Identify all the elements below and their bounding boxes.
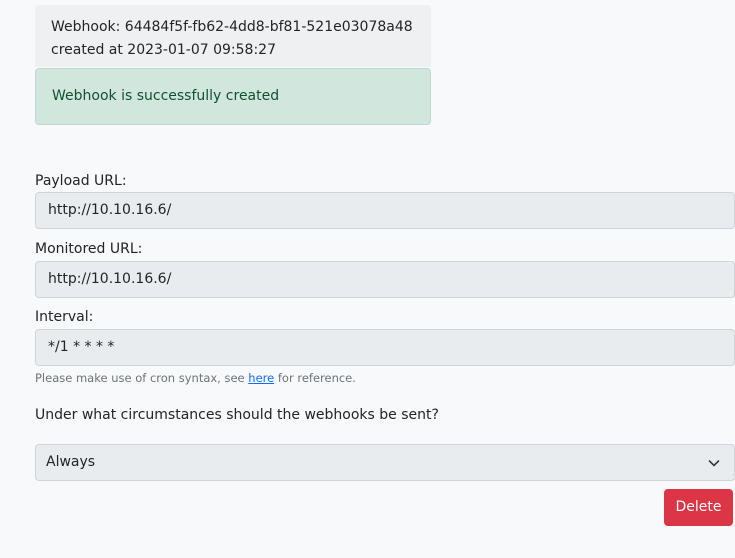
delete-button[interactable]: Delete bbox=[664, 489, 733, 526]
webhook-info-card: Webhook: 64484f5f-fb62-4dd8-bf81-521e030… bbox=[35, 5, 431, 67]
interval-value: */1 * * * * bbox=[48, 339, 115, 355]
monitored-url-field[interactable]: http://10.10.16.6/ bbox=[35, 261, 735, 298]
monitored-url-value: http://10.10.16.6/ bbox=[48, 271, 172, 287]
cron-help-link[interactable]: here bbox=[248, 371, 274, 385]
success-alert: Webhook is successfully created bbox=[35, 68, 431, 125]
cron-help-text: Please make use of cron syntax, see here… bbox=[35, 371, 356, 385]
success-alert-message: Webhook is successfully created bbox=[52, 88, 280, 104]
monitored-url-label: Monitored URL: bbox=[35, 241, 143, 257]
condition-selected-value: Always bbox=[46, 454, 96, 470]
condition-question: Under what circumstances should the webh… bbox=[35, 407, 439, 423]
webhook-id-text: Webhook: 64484f5f-fb62-4dd8-bf81-521e030… bbox=[51, 19, 413, 35]
payload-url-label: Payload URL: bbox=[35, 173, 127, 189]
condition-select[interactable]: Always bbox=[35, 444, 735, 481]
payload-url-field[interactable]: http://10.10.16.6/ bbox=[35, 192, 735, 229]
interval-field[interactable]: */1 * * * * bbox=[35, 329, 735, 366]
cron-help-suffix: for reference. bbox=[274, 371, 356, 385]
cron-help-prefix: Please make use of cron syntax, see bbox=[35, 371, 249, 385]
chevron-down-icon bbox=[708, 460, 720, 467]
webhook-created-text: created at 2023-01-07 09:58:27 bbox=[51, 42, 276, 58]
interval-label: Interval: bbox=[35, 309, 94, 325]
payload-url-value: http://10.10.16.6/ bbox=[48, 202, 172, 218]
